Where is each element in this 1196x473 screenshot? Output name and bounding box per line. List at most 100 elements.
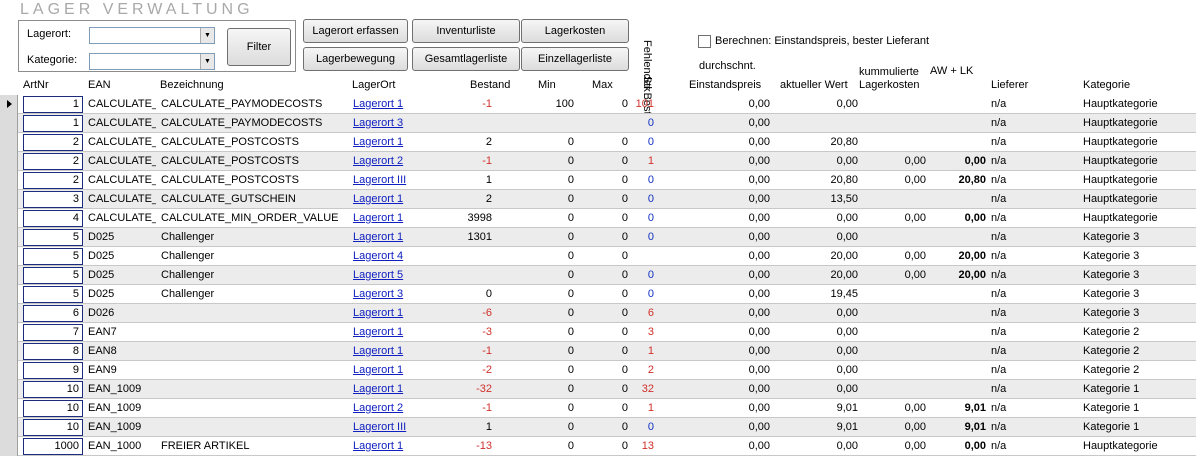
cell-einstandspreis: 0,00 <box>748 307 770 319</box>
column-header-aktueller-wert[interactable]: aktueller Wert <box>780 79 848 91</box>
chevron-down-icon[interactable]: ▼ <box>200 54 214 69</box>
lagerort-erfassen-button[interactable]: Lagerort erfassen <box>303 19 408 43</box>
cell-lagerkosten: 0,00 <box>904 421 926 433</box>
inventurliste-button[interactable]: Inventurliste <box>412 19 520 43</box>
cell-bezeichnung <box>161 399 349 418</box>
row-selector[interactable] <box>0 399 18 418</box>
filter-button[interactable]: Filter <box>227 28 291 66</box>
column-header-min[interactable]: Min <box>538 79 556 91</box>
column-header-max[interactable]: Max <box>592 79 613 91</box>
row-selector[interactable] <box>0 171 18 190</box>
column-header-bestand[interactable]: Bestand <box>470 79 510 91</box>
chevron-down-icon[interactable]: ▼ <box>200 28 214 43</box>
column-header-lagerort[interactable]: LagerOrt <box>352 79 395 91</box>
cell-lagerort[interactable]: Lagerort 1 <box>353 380 443 399</box>
column-header-bezeichnung[interactable]: Bezeichnung <box>160 79 224 91</box>
cell-aktueller-wert: 0,00 <box>836 307 858 319</box>
cell-artnr: 10 <box>66 383 79 395</box>
cell-ean: D026 <box>88 307 115 319</box>
cell-lagerort[interactable]: Lagerort 3 <box>353 114 443 133</box>
table-row[interactable]: 10 EAN_1009 Lagerort III 1 0 0 0 0,00 9,01 0,00 9,… <box>0 418 1196 437</box>
row-selector[interactable] <box>0 190 18 209</box>
table-row[interactable]: 4 CALCULATE_ CALCULATE_MIN_ORDER_VALUE Lage… <box>0 209 1196 228</box>
cell-lagerort[interactable]: Lagerort 1 <box>353 323 443 342</box>
cell-lagerort[interactable]: Lagerort 2 <box>353 399 443 418</box>
row-selector[interactable] <box>0 209 18 228</box>
cell-bezeichnung: CALCULATE_PAYMODECOSTS <box>161 117 323 129</box>
cell-lagerort[interactable]: Lagerort 1 <box>353 133 443 152</box>
cell-ean: EAN_1009 <box>88 421 142 433</box>
cell-lagerort[interactable]: Lagerort III <box>353 418 443 437</box>
row-selector[interactable] <box>0 304 18 323</box>
cell-lagerort[interactable]: Lagerort 4 <box>353 247 443 266</box>
column-header-ean[interactable]: EAN <box>88 79 111 91</box>
cell-lagerort[interactable]: Lagerort 5 <box>353 266 443 285</box>
table-row[interactable]: 1 CALCULATE_ CALCULATE_PAYMODECOSTS Lageror… <box>0 114 1196 133</box>
table-row[interactable]: 1 CALCULATE_ CALCULATE_PAYMODECOSTS Lageror… <box>0 95 1196 114</box>
cell-bestand: -1 <box>482 345 492 357</box>
row-selector[interactable] <box>0 323 18 342</box>
table-row[interactable]: 8 EAN8 Lagerort 1 -1 0 0 1 0,00 0,00 n/a Kategorie… <box>0 342 1196 361</box>
table-row[interactable]: 6 D026 Lagerort 1 -6 0 0 6 0,00 0,00 n/a Kategorie… <box>0 304 1196 323</box>
lagerkosten-button[interactable]: Lagerkosten <box>521 19 629 43</box>
gesamtlagerliste-button[interactable]: Gesamtlagerliste <box>412 47 520 71</box>
row-selector[interactable] <box>0 285 18 304</box>
table-row[interactable]: 5 D025 Challenger Lagerort 1 1301 0 0 0 0,00 0,00… <box>0 228 1196 247</box>
row-selector[interactable] <box>0 152 18 171</box>
row-selector[interactable] <box>0 437 18 456</box>
column-header-lieferer[interactable]: Lieferer <box>991 79 1028 91</box>
row-selector[interactable] <box>0 247 18 266</box>
einzellagerliste-button[interactable]: Einzellagerliste <box>521 47 629 71</box>
row-selector[interactable] <box>0 133 18 152</box>
column-header-einstandspreis[interactable]: Einstandspreis <box>689 79 761 91</box>
cell-kategorie: Hauptkategorie <box>1083 98 1158 110</box>
cell-lagerort[interactable]: Lagerort 2 <box>353 152 443 171</box>
cell-lagerort[interactable]: Lagerort 1 <box>353 437 443 456</box>
row-selector[interactable] <box>0 228 18 247</box>
table-row[interactable]: 2 CALCULATE_ CALCULATE_POSTCOSTS Lagerort 2… <box>0 152 1196 171</box>
row-selector[interactable] <box>0 361 18 380</box>
table-row[interactable]: 10 EAN_1009 Lagerort 1 -32 0 0 32 0,00 0,00 n/a Ka… <box>0 380 1196 399</box>
cell-lagerort[interactable]: Lagerort 1 <box>353 95 443 114</box>
cell-lagerort[interactable]: Lagerort 1 <box>353 209 443 228</box>
cell-lagerort[interactable]: Lagerort 1 <box>353 228 443 247</box>
row-selector[interactable] <box>0 380 18 399</box>
row-selector[interactable] <box>0 342 18 361</box>
table-row[interactable]: 2 CALCULATE_ CALCULATE_POSTCOSTS Lagerort I… <box>0 171 1196 190</box>
cell-lieferer: n/a <box>991 117 1007 129</box>
table-row[interactable]: 3 CALCULATE_ CALCULATE_GUTSCHEIN Lagerort 1… <box>0 190 1196 209</box>
table-row[interactable]: 5 D025 Challenger Lagerort 5 0 0 0 0,00 20,00 0,0… <box>0 266 1196 285</box>
cell-min: 0 <box>567 269 574 281</box>
lagerbewegung-button[interactable]: Lagerbewegung <box>303 47 408 71</box>
cell-ean: EAN_1000 <box>88 440 142 452</box>
table-row[interactable]: 5 D025 Challenger Lagerort 4 0 0 0,00 20,00 0,00… <box>0 247 1196 266</box>
lagerort-combo[interactable]: ▼ <box>89 27 215 44</box>
cell-lieferer: n/a <box>991 250 1007 262</box>
row-selector[interactable] <box>0 418 18 437</box>
cell-lagerort[interactable]: Lagerort III <box>353 171 443 190</box>
column-header-kategorie[interactable]: Kategorie <box>1083 79 1130 91</box>
column-header-artnr[interactable]: ArtNr <box>23 79 49 91</box>
table-row[interactable]: 5 D025 Challenger Lagerort 3 0 0 0 0 0,00 19,45 n/… <box>0 285 1196 304</box>
column-header-kumm[interactable]: Lagerkosten <box>859 79 920 91</box>
kategorie-combo[interactable]: ▼ <box>89 53 215 70</box>
cell-artnr: 2 <box>72 174 79 186</box>
cell-lagerort[interactable]: Lagerort 1 <box>353 304 443 323</box>
table-row[interactable]: 7 EAN7 Lagerort 1 -3 0 0 3 0,00 0,00 n/a Kategorie… <box>0 323 1196 342</box>
table-row[interactable]: 9 EAN9 Lagerort 1 -2 0 0 2 0,00 0,00 n/a Kategorie… <box>0 361 1196 380</box>
row-selector[interactable] <box>0 114 18 133</box>
table-row[interactable]: 2 CALCULATE_ CALCULATE_POSTCOSTS Lagerort 1… <box>0 133 1196 152</box>
cell-kategorie: Hauptkategorie <box>1083 174 1158 186</box>
cell-aktueller-wert: 0,00 <box>836 440 858 452</box>
cell-lagerort[interactable]: Lagerort 1 <box>353 342 443 361</box>
row-selector[interactable] <box>0 266 18 285</box>
cell-lagerort[interactable]: Lagerort 1 <box>353 361 443 380</box>
table-row[interactable]: 1000 EAN_1000 FREIER ARTIKEL Lagerort 1 -13 0… <box>0 437 1196 456</box>
cell-lagerort[interactable]: Lagerort 1 <box>353 190 443 209</box>
table-row[interactable]: 10 EAN_1009 Lagerort 2 -1 0 0 1 0,00 9,01 0,00 9,0… <box>0 399 1196 418</box>
cell-lagerkosten <box>870 114 926 133</box>
column-header-aw-lk[interactable]: AW + LK <box>930 65 973 77</box>
berechnen-checkbox[interactable] <box>698 35 711 48</box>
row-selector[interactable] <box>0 95 18 114</box>
cell-lagerort[interactable]: Lagerort 3 <box>353 285 443 304</box>
